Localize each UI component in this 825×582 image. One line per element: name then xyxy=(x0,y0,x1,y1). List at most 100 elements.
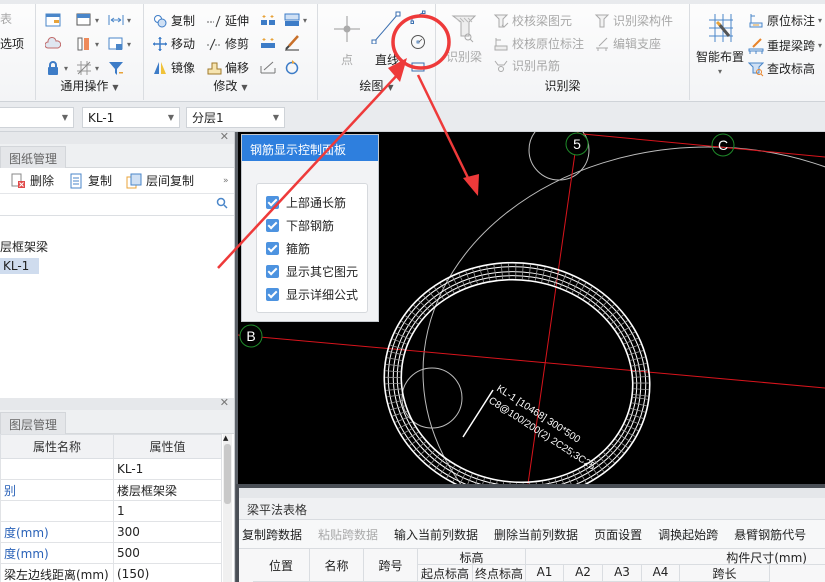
recognize-beam-button[interactable]: 识别梁 xyxy=(446,12,482,65)
stirrup xyxy=(618,325,632,334)
property-row[interactable]: 别楼层框架梁 xyxy=(0,479,222,501)
property-row[interactable]: 梁左边线距离(mm) (150) xyxy=(0,563,222,582)
rebar-option[interactable]: 箍筋 xyxy=(266,240,310,257)
more-icon[interactable]: » xyxy=(223,176,229,186)
rebar-option[interactable]: 显示详细公式 xyxy=(266,286,358,303)
category-select[interactable]: ▼ xyxy=(0,107,74,128)
tree-item-kl-1[interactable]: KL-1 xyxy=(0,258,40,274)
search-input[interactable] xyxy=(0,194,200,214)
lock-button[interactable]: ▾ xyxy=(45,60,68,76)
dropdown-arrow-icon: ▾ xyxy=(303,15,308,25)
offset-button[interactable]: 偏移 xyxy=(206,59,249,76)
property-row[interactable]: 1 xyxy=(0,500,222,522)
property-value[interactable]: 500 xyxy=(113,542,222,564)
edit-elevation-icon xyxy=(748,61,764,77)
circle-button[interactable] xyxy=(410,34,426,50)
re-extract-span-button[interactable]: 重提梁跨 ▾ xyxy=(748,37,822,54)
edit-support-button[interactable]: 编辑支座 xyxy=(594,35,661,52)
beam-toolbar-button[interactable]: 删除当前列数据 xyxy=(494,526,578,543)
filter-button[interactable] xyxy=(108,60,124,76)
checkbox-checked-icon[interactable] xyxy=(266,219,279,232)
property-scrollbar[interactable]: ▲ xyxy=(223,434,232,582)
property-row[interactable]: 度(mm) 300 xyxy=(0,521,222,543)
table-view-button[interactable] xyxy=(45,12,61,28)
property-value[interactable]: 300 xyxy=(113,521,222,543)
cloud-button[interactable] xyxy=(45,36,61,52)
component-select[interactable]: KL-1 ▼ xyxy=(82,107,180,128)
mirror-button[interactable]: 镜像 xyxy=(152,59,195,76)
axis-label-b: B xyxy=(246,328,255,344)
beam-toolbar-button[interactable]: 页面设置 xyxy=(594,526,642,543)
combine-button[interactable] xyxy=(260,35,276,51)
dimension-button[interactable]: ▾ xyxy=(108,12,131,28)
property-row[interactable]: KL-1 xyxy=(0,458,222,480)
edit-length-button[interactable] xyxy=(260,59,276,75)
property-value[interactable]: 1 xyxy=(113,500,222,522)
rebar-option[interactable]: 下部钢筋 xyxy=(266,217,334,234)
brush-button[interactable] xyxy=(284,35,300,51)
beam-table-toolbar: 复制跨数据 粘贴跨数据 输入当前列数据 删除当前列数据 页面设置 调换起始跨 悬臂钢筋代号 xyxy=(239,520,825,549)
recognize-beam-component-button[interactable]: 识别梁构件 xyxy=(594,12,673,29)
grid-button[interactable]: ▾ xyxy=(76,60,99,76)
search-icon[interactable] xyxy=(216,197,228,212)
point-button[interactable]: 点 xyxy=(330,12,364,68)
checkbox-checked-icon[interactable] xyxy=(266,288,279,301)
smart-layout-button[interactable]: 智能布置 ▾ xyxy=(696,12,744,76)
component-search[interactable] xyxy=(0,194,234,216)
dropdown-arrow-icon[interactable]: ▼ xyxy=(241,83,247,92)
delete-button[interactable]: 删除 xyxy=(10,172,54,189)
tree-category[interactable]: 层框架梁 xyxy=(0,238,48,255)
checkbox-checked-icon[interactable] xyxy=(266,242,279,255)
tab-layer-management[interactable]: 图层管理 xyxy=(0,412,67,434)
check-in-situ-button[interactable]: 校核原位标注 xyxy=(493,35,584,52)
property-row[interactable]: 度(mm) 500 xyxy=(0,542,222,564)
merge-icon xyxy=(260,12,276,28)
beam-toolbar-button[interactable]: 调换起始跨 xyxy=(658,526,718,543)
property-value[interactable]: (150) xyxy=(113,563,222,582)
beam-toolbar-button[interactable]: 输入当前列数据 xyxy=(394,526,478,543)
check-annotation-icon xyxy=(493,36,509,52)
rebar-option[interactable]: 上部通长筋 xyxy=(266,194,346,211)
scrollbar-thumb[interactable] xyxy=(224,444,231,504)
rebar-panel-title[interactable]: 钢筋显示控制面板 xyxy=(242,135,378,161)
line-button[interactable]: 直线 xyxy=(370,10,404,68)
recognize-hanger-button[interactable]: 识别吊筋 xyxy=(493,57,560,74)
property-value[interactable]: KL-1 xyxy=(113,458,222,480)
close-icon[interactable]: ✕ xyxy=(220,396,229,409)
extend-button[interactable]: 延伸 xyxy=(206,12,249,29)
merge-button[interactable] xyxy=(260,12,276,28)
ribbon-partial-top[interactable]: 表 xyxy=(0,10,12,27)
rectangle-button[interactable] xyxy=(410,59,426,75)
scroll-up-icon[interactable]: ▲ xyxy=(223,434,228,442)
tab-drawing-management[interactable]: 图纸管理 xyxy=(0,146,67,168)
save-view-button[interactable]: ▾ xyxy=(108,36,131,52)
beam-toolbar-button[interactable]: 粘贴跨数据 xyxy=(318,526,378,543)
dropdown-arrow-icon[interactable]: ▼ xyxy=(112,83,118,92)
ribbon-options-button[interactable]: 选项 xyxy=(0,35,24,52)
close-icon[interactable]: ✕ xyxy=(220,130,229,143)
checkbox-checked-icon[interactable] xyxy=(266,265,279,278)
rotate-button[interactable] xyxy=(284,59,300,75)
edit-elevation-button[interactable]: 查改标高 xyxy=(748,60,815,77)
check-beam-elements-button[interactable]: 校核梁图元 xyxy=(493,12,572,29)
checkbox-checked-icon[interactable] xyxy=(266,196,279,209)
copy-component-button[interactable]: 复制 xyxy=(68,172,112,189)
polyline-button[interactable] xyxy=(410,10,426,26)
move-button[interactable]: 移动 xyxy=(152,35,195,52)
column-button[interactable]: ▾ xyxy=(76,36,99,52)
floor-copy-button[interactable]: 层间复制 xyxy=(126,172,194,189)
copy-button[interactable]: 复制 xyxy=(152,12,195,29)
in-situ-annotation-button[interactable]: 原位标注 ▾ xyxy=(748,12,822,29)
beam-toolbar-button[interactable]: 悬臂钢筋代号 xyxy=(734,526,806,543)
sublayer-select[interactable]: 分层1 ▼ xyxy=(186,107,285,128)
construction-arc xyxy=(422,146,825,484)
property-value[interactable]: 楼层框架梁 xyxy=(113,479,222,501)
trim-button[interactable]: 修剪 xyxy=(206,35,249,52)
layer-button[interactable]: ▾ xyxy=(76,12,99,28)
split-button[interactable]: ▾ xyxy=(284,12,307,28)
rebar-option[interactable]: 显示其它图元 xyxy=(266,263,358,280)
rectangle-icon xyxy=(410,59,426,75)
beam-toolbar-button[interactable]: 复制跨数据 xyxy=(242,526,302,543)
axis-marker-5: 5 xyxy=(565,132,589,156)
dropdown-arrow-icon[interactable]: ▼ xyxy=(387,83,393,92)
